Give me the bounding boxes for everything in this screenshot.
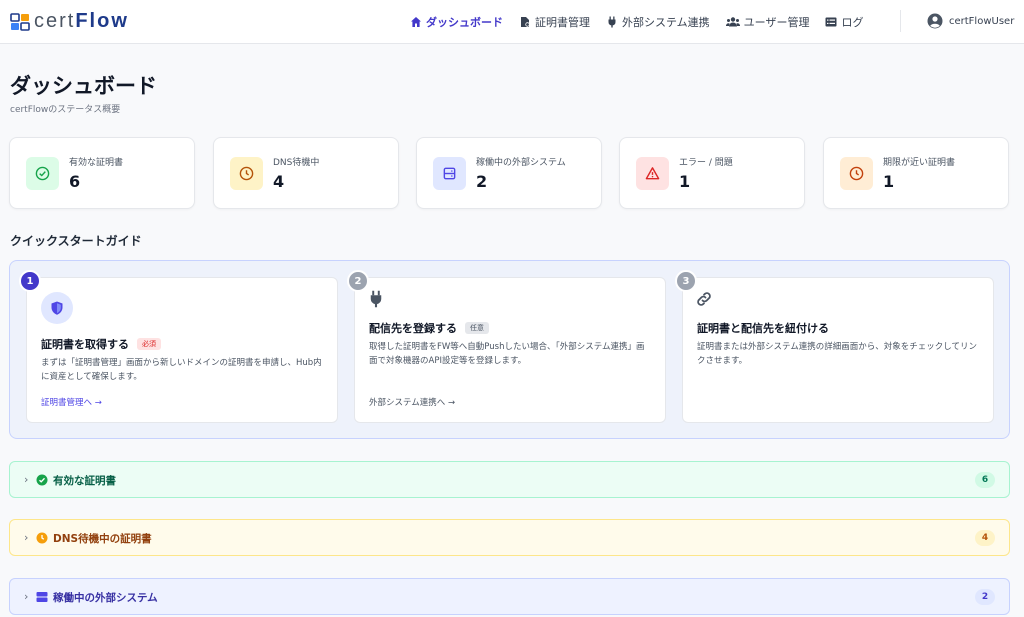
stat-label: DNS待機中 bbox=[273, 158, 320, 168]
stat-card-valid-certs[interactable]: 有効な証明書 6 bbox=[9, 137, 195, 209]
users-icon bbox=[725, 17, 740, 27]
nav-external-systems[interactable]: 外部システム連携 bbox=[606, 14, 710, 30]
server-icon bbox=[36, 592, 48, 602]
step-number-badge: 3 bbox=[675, 270, 697, 292]
accordion-dns-pending[interactable]: › DNS待機中の証明書 4 bbox=[9, 519, 1010, 556]
count-badge: 6 bbox=[975, 472, 995, 488]
page-subtitle: certFlowのステータス概要 bbox=[10, 105, 121, 115]
logo-icon bbox=[10, 12, 30, 32]
top-header: certFlow ダッシュボード 証明書管理 外部システム連携 ユーザー管理 ロ… bbox=[0, 0, 1024, 44]
stat-label: 稼働中の外部システム bbox=[476, 158, 566, 168]
clock-icon bbox=[840, 157, 873, 190]
nav-logs[interactable]: ログ bbox=[825, 14, 863, 30]
check-circle-icon bbox=[26, 157, 59, 190]
clock-icon bbox=[36, 532, 48, 544]
app-logo[interactable]: certFlow bbox=[10, 10, 129, 33]
logo-text: certFlow bbox=[34, 10, 129, 32]
plug-icon bbox=[608, 16, 616, 28]
stat-label: 期限が近い証明書 bbox=[883, 158, 956, 168]
stat-value: 4 bbox=[273, 172, 285, 191]
quickstart-title: クイックスタートガイド bbox=[10, 234, 142, 248]
stat-card-dns-pending[interactable]: DNS待機中 4 bbox=[213, 137, 399, 209]
stat-label: 有効な証明書 bbox=[69, 158, 124, 168]
quickstart-step-2: 配信先を登録する 任意 取得した証明書をFW等へ自動Pushしたい場合、「外部シ… bbox=[354, 277, 666, 423]
user-avatar-icon bbox=[927, 13, 943, 29]
count-badge: 2 bbox=[975, 589, 995, 605]
stat-label: エラー / 問題 bbox=[679, 158, 733, 168]
nav-certificates[interactable]: 証明書管理 bbox=[519, 14, 590, 30]
stat-value: 1 bbox=[679, 172, 691, 191]
accordion-label: 稼働中の外部システム bbox=[53, 592, 158, 604]
step-description: 取得した証明書をFW等へ自動Pushしたい場合、「外部システム連携」画面で対象機… bbox=[369, 342, 645, 366]
required-badge: 必須 bbox=[137, 338, 161, 350]
user-name: certFlowUser bbox=[949, 15, 1015, 27]
step-title: 証明書を取得する bbox=[41, 338, 129, 351]
nav-users[interactable]: ユーザー管理 bbox=[725, 14, 809, 30]
step-title: 配信先を登録する bbox=[369, 322, 457, 335]
user-menu[interactable]: certFlowUser bbox=[927, 13, 1014, 29]
accordion-valid-certs[interactable]: › 有効な証明書 6 bbox=[9, 461, 1010, 498]
chevron-right-icon: › bbox=[24, 473, 29, 486]
step-header: 配信先を登録する 任意 bbox=[369, 320, 489, 336]
home-icon bbox=[411, 17, 421, 27]
accordion-active-systems[interactable]: › 稼働中の外部システム 2 bbox=[9, 578, 1010, 615]
clock-icon bbox=[230, 157, 263, 190]
step-number-badge: 2 bbox=[347, 270, 369, 292]
server-icon bbox=[433, 157, 466, 190]
accordion-label: DNS待機中の証明書 bbox=[53, 533, 152, 545]
quickstart-step-1: 証明書を取得する 必須 まずは「証明書管理」画面から新しいドメインの証明書を申請… bbox=[26, 277, 338, 423]
chevron-right-icon: › bbox=[24, 531, 29, 544]
chevron-right-icon: › bbox=[24, 590, 29, 603]
step-description: 証明書または外部システム連携の詳細画面から、対象をチェックしてリンクさせます。 bbox=[697, 342, 977, 366]
count-badge: 4 bbox=[975, 530, 995, 546]
nav-divider bbox=[900, 10, 901, 32]
stat-card-errors[interactable]: エラー / 問題 1 bbox=[619, 137, 805, 209]
link-icon bbox=[697, 292, 711, 306]
step-number-badge: 1 bbox=[19, 270, 41, 292]
stat-value: 6 bbox=[69, 172, 81, 191]
check-circle-icon bbox=[36, 474, 48, 486]
plug-icon bbox=[370, 290, 382, 308]
step-header: 証明書と配信先を紐付ける bbox=[697, 320, 829, 336]
nav-dashboard[interactable]: ダッシュボード bbox=[410, 14, 503, 30]
page-title: ダッシュボード bbox=[10, 74, 157, 98]
link-certificate-management[interactable]: 証明書管理へ → bbox=[41, 396, 102, 408]
list-icon bbox=[825, 17, 837, 27]
warning-icon bbox=[636, 157, 669, 190]
step-header: 証明書を取得する 必須 bbox=[41, 336, 161, 352]
stat-value: 1 bbox=[883, 172, 895, 191]
step-description: まずは「証明書管理」画面から新しいドメインの証明書を申請し、Hub内に資産として… bbox=[41, 358, 322, 382]
certificate-icon bbox=[521, 17, 530, 27]
quickstart-step-3: 証明書と配信先を紐付ける 証明書または外部システム連携の詳細画面から、対象をチェ… bbox=[682, 277, 994, 423]
step-title: 証明書と配信先を紐付ける bbox=[697, 322, 829, 335]
stat-card-expiring[interactable]: 期限が近い証明書 1 bbox=[823, 137, 1009, 209]
link-external-systems[interactable]: 外部システム連携へ → bbox=[369, 396, 455, 408]
optional-badge: 任意 bbox=[465, 322, 489, 334]
stat-card-active-systems[interactable]: 稼働中の外部システム 2 bbox=[416, 137, 602, 209]
shield-icon bbox=[41, 292, 73, 324]
accordion-label: 有効な証明書 bbox=[53, 475, 116, 487]
main-nav: ダッシュボード 証明書管理 外部システム連携 ユーザー管理 ログ bbox=[410, 14, 863, 30]
stat-value: 2 bbox=[476, 172, 488, 191]
